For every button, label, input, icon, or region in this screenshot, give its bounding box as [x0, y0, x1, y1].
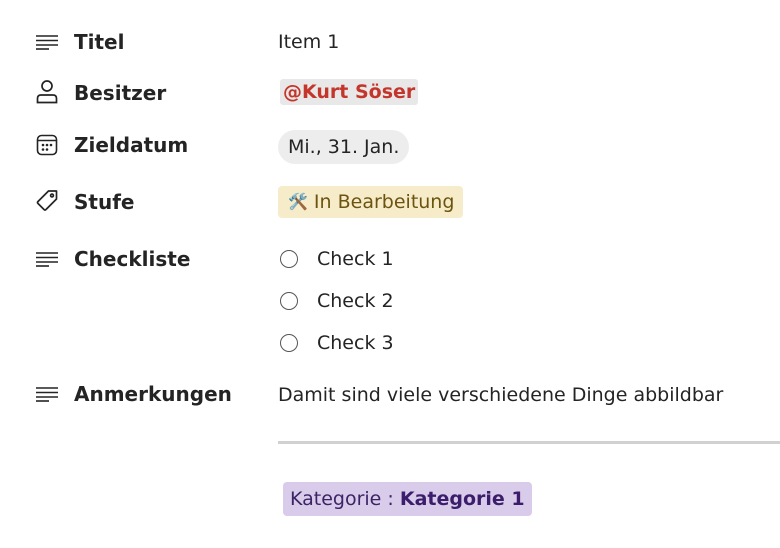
lines-icon [34, 246, 60, 272]
stage-label: In Bearbeitung [313, 191, 455, 213]
person-icon [34, 79, 60, 105]
field-row-owner: Besitzer @Kurt Söser [0, 79, 780, 107]
tag-icon [34, 188, 60, 214]
lines-icon [34, 29, 60, 55]
checklist-item: Check 1 [278, 246, 394, 272]
field-label-notes: Anmerkungen [74, 382, 232, 406]
lines-icon [34, 381, 60, 407]
category-name: Kategorie 1 [399, 488, 525, 510]
checkbox-circle[interactable] [280, 250, 298, 268]
field-label-title: Titel [74, 30, 125, 54]
stage-value: 🛠️ In Bearbeitung [278, 186, 464, 218]
field-label-stage: Stufe [74, 190, 135, 214]
checkbox-circle[interactable] [280, 292, 298, 310]
notes-value[interactable]: Damit sind viele verschiedene Dinge abbi… [278, 382, 723, 408]
field-label-due-date: Zieldatum [74, 133, 189, 157]
field-row-notes: Anmerkungen Damit sind viele verschieden… [0, 381, 780, 407]
checklist-item-text[interactable]: Check 3 [317, 332, 394, 354]
owner-value: @Kurt Söser [280, 79, 419, 105]
tools-icon: 🛠️ [288, 192, 308, 211]
field-row-stage: Stufe 🛠️ In Bearbeitung [0, 186, 780, 222]
field-label-checklist: Checkliste [74, 247, 191, 271]
item-detail-card: Titel Item 1 Besitzer @Kurt Söser Zielda… [0, 0, 780, 548]
due-date-value: Mi., 31. Jan. [278, 130, 410, 164]
field-label-owner: Besitzer [74, 81, 167, 105]
checklist-item: Check 2 [278, 288, 394, 314]
due-date-pill[interactable]: Mi., 31. Jan. [278, 130, 410, 164]
field-row-checklist: Checkliste Check 1 Check 2 Check 3 [0, 246, 780, 356]
field-row-title: Titel Item 1 [0, 29, 780, 55]
field-row-due-date: Zieldatum Mi., 31. Jan. [0, 130, 780, 166]
divider [278, 441, 780, 444]
calendar-icon [34, 132, 60, 158]
checklist-item-text[interactable]: Check 2 [317, 290, 394, 312]
checklist-item: Check 3 [278, 330, 394, 356]
checklist-item-text[interactable]: Check 1 [317, 248, 394, 270]
checkbox-circle[interactable] [280, 334, 298, 352]
category-prefix: Kategorie : [290, 488, 400, 510]
owner-mention[interactable]: @Kurt Söser [280, 79, 419, 105]
title-value[interactable]: Item 1 [278, 29, 339, 55]
stage-pill[interactable]: 🛠️ In Bearbeitung [278, 186, 464, 218]
category-badge[interactable]: Kategorie : Kategorie 1 [283, 482, 532, 516]
